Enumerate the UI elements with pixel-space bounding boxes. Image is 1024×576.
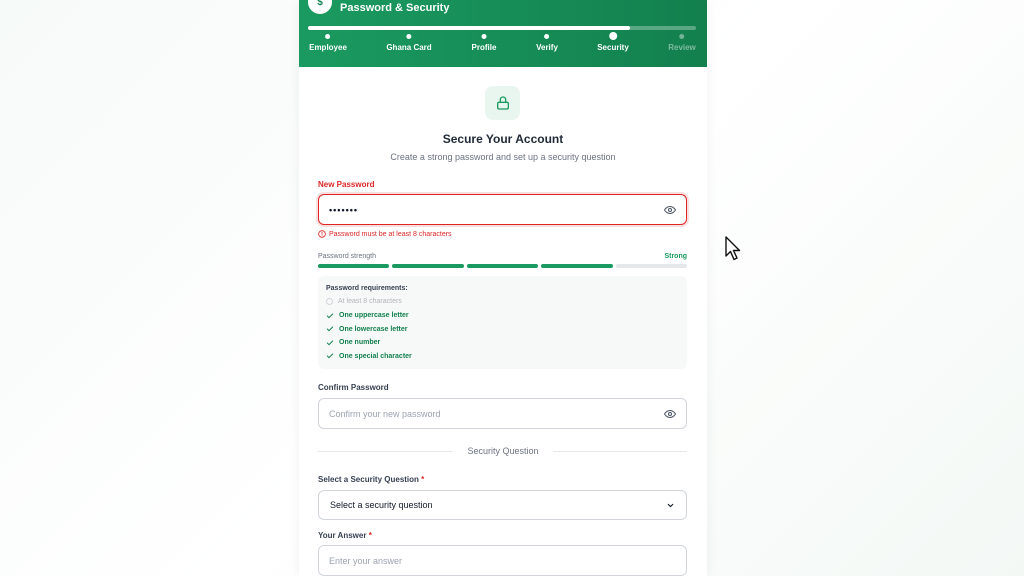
empty-circle-icon (326, 298, 333, 305)
step-employee[interactable]: Employee (309, 34, 347, 52)
check-icon (326, 326, 334, 332)
step-review: Review (668, 34, 696, 52)
requirement-item: One uppercase letter (326, 312, 409, 320)
password-error-text: Password must be at least 8 characters (329, 230, 452, 238)
strength-value: Strong (664, 253, 687, 260)
step-profile[interactable]: Profile (471, 34, 497, 52)
requirement-text: At least 8 characters (338, 298, 402, 305)
step-dot (608, 32, 617, 40)
strength-segment (466, 264, 539, 268)
mouse-cursor-icon (725, 236, 741, 261)
answer-label-text: Your Answer (318, 531, 367, 540)
step-label: Review (668, 43, 696, 52)
step-dot (325, 34, 331, 39)
requirement-item: One number (326, 339, 380, 347)
security-question-label: Select a Security Question * (318, 475, 424, 484)
requirement-item: One special character (326, 352, 412, 360)
header-title: Password & Security (340, 2, 450, 14)
requirement-text: One lowercase letter (339, 325, 408, 333)
requirement-item: At least 8 characters (326, 298, 402, 305)
new-password-field[interactable]: ••••••• (318, 194, 687, 225)
security-question-label-text: Select a Security Question (318, 475, 419, 484)
step-security[interactable]: Security (597, 32, 629, 52)
step-label: Security (597, 43, 629, 52)
requirement-text: One uppercase letter (339, 312, 409, 319)
eye-icon[interactable] (664, 408, 676, 420)
requirement-item: One lowercase letter (326, 325, 407, 333)
password-error-message: Password must be at least 8 characters (318, 230, 452, 238)
step-label: Verify (536, 43, 558, 52)
confirm-password-label: Confirm Password (318, 383, 389, 392)
security-question-select[interactable]: Select a security question (318, 490, 687, 520)
step-ghana-card[interactable]: Ghana Card (386, 34, 432, 52)
confirm-password-placeholder: Confirm your new password (329, 408, 441, 419)
strength-segment (392, 264, 464, 268)
strength-segment (541, 264, 613, 268)
strength-segment (318, 264, 390, 268)
step-label: Profile (471, 43, 497, 52)
required-marker: * (421, 475, 425, 484)
chevron-down-icon (667, 503, 674, 507)
step-dot (679, 34, 685, 39)
password-requirements: Password requirements: At least 8 charac… (318, 276, 687, 369)
security-question-selected: Select a security question (330, 500, 433, 510)
new-password-value: ••••••• (329, 204, 359, 215)
step-dot (544, 34, 550, 39)
lock-badge (485, 86, 520, 120)
requirement-text: One number (339, 339, 381, 346)
requirement-text: One special character (339, 352, 412, 360)
lock-icon (496, 96, 509, 110)
answer-placeholder: Enter your answer (329, 555, 403, 566)
alert-circle-icon (318, 230, 326, 238)
check-icon (326, 353, 334, 359)
wizard-header: $ Password & Security Employee Ghana Car… (299, 0, 707, 67)
strength-label: Password strength (318, 253, 376, 260)
step-dot (406, 34, 412, 39)
step-verify[interactable]: Verify (536, 34, 558, 52)
answer-label: Your Answer * (318, 531, 372, 540)
answer-field[interactable]: Enter your answer (318, 545, 687, 576)
page-title: Secure Your Account (442, 132, 564, 146)
step-label: Employee (309, 43, 347, 52)
step-icon: $ (308, 0, 332, 14)
check-icon (326, 313, 334, 318)
new-password-label: New Password (318, 180, 375, 189)
strength-segment (615, 264, 687, 268)
signup-card: $ Password & Security Employee Ghana Car… (299, 0, 707, 576)
confirm-password-field[interactable]: Confirm your new password (318, 398, 687, 429)
divider-right (553, 451, 687, 452)
eye-icon[interactable] (664, 204, 676, 216)
step-label: Ghana Card (386, 43, 432, 52)
page-subtitle: Create a strong password and set up a se… (390, 152, 616, 162)
requirements-title: Password requirements: (326, 285, 408, 292)
step-dot (481, 34, 487, 39)
required-marker: * (368, 531, 372, 540)
wizard-progress-bar (308, 26, 696, 30)
wizard-progress-fill (308, 26, 631, 30)
check-icon (326, 340, 334, 345)
